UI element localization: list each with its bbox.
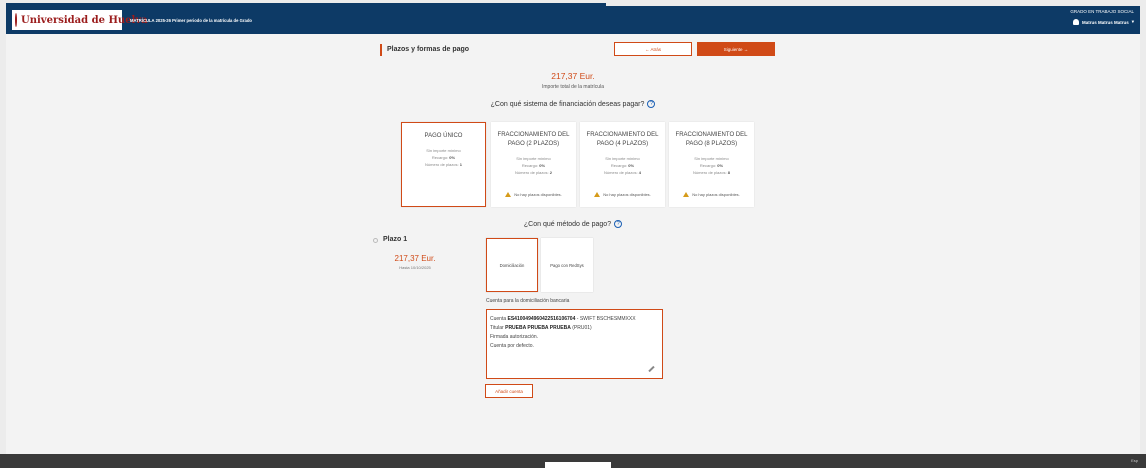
titular-label: Titular — [490, 325, 504, 331]
card-plazos: Número de plazos: 4 — [580, 169, 665, 176]
card-details: Sin importe mínimo Recargo: 0% Número de… — [669, 155, 754, 176]
plazos-value: 2 — [549, 170, 552, 175]
warning-text: No hay plazos disponibles. — [692, 192, 740, 197]
card-title: FRACCIONAMIENTO DEL PAGO (4 PLAZOS) — [586, 132, 659, 147]
method-label: Pago con RedSys — [550, 262, 584, 268]
next-button[interactable]: Siguiente → — [697, 42, 775, 56]
plazos-value: 1 — [459, 162, 462, 167]
cuenta-label: Cuenta — [490, 316, 507, 322]
default-status: Cuenta por defecto. — [490, 343, 534, 349]
page-header-title: MATRÍCULA 2025-26 Primer periodo de la m… — [130, 17, 252, 23]
plazos-value: 8 — [727, 170, 730, 175]
titular-code: (PRU01) — [572, 325, 592, 331]
user-name: Matrus Matrus Matrus — [1081, 19, 1129, 25]
warning-text: No hay plazos disponibles. — [603, 192, 651, 197]
financing-question: ¿Con qué sistema de financiación deseas … — [430, 100, 716, 108]
plazo-amount: 217,37 Eur. — [394, 254, 436, 263]
surcharge-value: 0% — [628, 163, 635, 168]
card-title: FRACCIONAMIENTO DEL PAGO (2 PLAZOS) — [497, 132, 570, 147]
method-domiciliacion[interactable]: Domiciliación — [486, 238, 538, 292]
card-warning: No hay plazos disponibles. — [673, 192, 750, 197]
account-line: Cuenta ES4100494960422516106704 - SWIFT … — [490, 315, 659, 324]
card-surcharge: Recargo: 0% — [491, 162, 576, 169]
plazos-value: 4 — [638, 170, 641, 175]
plazos-label: Número de plazos: — [425, 162, 459, 167]
method-question: ¿Con qué método de pago?? — [470, 220, 676, 228]
surcharge-value: 0% — [449, 155, 456, 160]
footer: Esp — [0, 454, 1146, 468]
footer-logo — [545, 462, 611, 468]
plazo-title: Plazo 1 — [383, 236, 408, 243]
total-label: Importe total de la matrícula — [542, 84, 604, 90]
card-title: PAGO ÚNICO — [424, 133, 463, 139]
account-label: Cuenta para la domiciliación bancaria — [486, 298, 570, 304]
method-label: Domiciliación — [499, 262, 525, 268]
card-plazos: Número de plazos: 2 — [491, 169, 576, 176]
surcharge-label: Recargo: — [431, 155, 449, 160]
surcharge-value: 0% — [539, 163, 546, 168]
card-surcharge: Recargo: 0% — [580, 162, 665, 169]
warning-icon — [683, 192, 690, 197]
titular-name: PRUEBA PRUEBA PRUEBA — [505, 325, 571, 331]
card-surcharge: Recargo: 0% — [669, 162, 754, 169]
help-icon[interactable]: ? — [647, 100, 656, 108]
financing-question-text: ¿Con qué sistema de financiación deseas … — [490, 100, 645, 108]
card-min: Sin importe mínimo — [516, 156, 551, 161]
account-swift: - SWIFT BSCHESMMXXX — [576, 316, 636, 322]
help-icon[interactable]: ? — [614, 220, 623, 228]
plazos-label: Número de plazos: — [515, 170, 549, 175]
card-details: Sin importe mínimo Recargo: 0% Número de… — [580, 155, 665, 176]
degree-name: GRADO EN TRABAJO SOCIAL — [1070, 9, 1134, 14]
titular-line: Titular PRUEBA PRUEBA PRUEBA (PRU01) — [490, 324, 659, 333]
auth-status: Firmada autorización. — [490, 334, 539, 340]
section-title: Plazos y formas de pago — [380, 44, 469, 56]
surcharge-value: 0% — [717, 163, 724, 168]
warning-text: No hay plazos disponibles. — [514, 192, 562, 197]
user-menu[interactable]: Matrus Matrus Matrus ▾ — [1070, 19, 1134, 25]
card-min: Sin importe mínimo — [426, 148, 461, 153]
back-button[interactable]: ← Atrás — [614, 42, 692, 56]
add-account-button[interactable]: Añadir cuenta — [485, 384, 533, 398]
financing-option-pago-unico[interactable]: PAGO ÚNICO Sin importe mínimo Recargo: 0… — [401, 122, 486, 207]
card-warning: No hay plazos disponibles. — [584, 192, 661, 197]
logo-text: Universidad de Huelva — [21, 14, 148, 26]
card-warning: No hay plazos disponibles. — [495, 192, 572, 197]
financing-option-2-plazos[interactable]: FRACCIONAMIENTO DEL PAGO (2 PLAZOS) Sin … — [491, 122, 576, 207]
financing-option-8-plazos[interactable]: FRACCIONAMIENTO DEL PAGO (8 PLAZOS) Sin … — [669, 122, 754, 207]
warning-icon — [594, 192, 601, 197]
card-details: Sin importe mínimo Recargo: 0% Número de… — [491, 155, 576, 176]
card-title: FRACCIONAMIENTO DEL PAGO (8 PLAZOS) — [675, 132, 748, 147]
card-details: Sin importe mínimo Recargo: 0% Número de… — [402, 147, 485, 168]
plazos-label: Número de plazos: — [693, 170, 727, 175]
pencil-icon[interactable] — [648, 365, 655, 373]
surcharge-label: Recargo: — [521, 163, 539, 168]
plazo-date: Hasta 10/10/2025 — [399, 265, 431, 270]
surcharge-label: Recargo: — [610, 163, 628, 168]
user-area: GRADO EN TRABAJO SOCIAL Matrus Matrus Ma… — [1070, 9, 1134, 25]
account-iban: ES4100494960422516106704 — [507, 316, 576, 322]
plazo-dot — [373, 238, 378, 243]
financing-option-4-plazos[interactable]: FRACCIONAMIENTO DEL PAGO (4 PLAZOS) Sin … — [580, 122, 665, 207]
language-selector[interactable]: Esp — [1131, 458, 1138, 463]
warning-icon — [505, 192, 512, 197]
university-logo[interactable]: Universidad de Huelva — [12, 10, 148, 30]
method-redsys[interactable]: Pago con RedSys — [541, 238, 593, 292]
card-plazos: Número de plazos: 8 — [669, 169, 754, 176]
card-min: Sin importe mínimo — [605, 156, 640, 161]
card-surcharge: Recargo: 0% — [402, 154, 485, 161]
user-icon — [1072, 19, 1079, 25]
surcharge-label: Recargo: — [699, 163, 717, 168]
chevron-down-icon: ▾ — [1131, 19, 1134, 24]
app-header: Universidad de Huelva MATRÍCULA 2025-26 … — [6, 6, 1140, 34]
method-question-text: ¿Con qué método de pago? — [523, 220, 612, 228]
account-card[interactable]: Cuenta ES4100494960422516106704 - SWIFT … — [486, 309, 663, 379]
card-plazos: Número de plazos: 1 — [402, 161, 485, 168]
total-amount: 217,37 Eur. — [551, 71, 595, 81]
card-min: Sin importe mínimo — [694, 156, 729, 161]
plazos-label: Número de plazos: — [604, 170, 638, 175]
seal-icon — [15, 13, 17, 27]
